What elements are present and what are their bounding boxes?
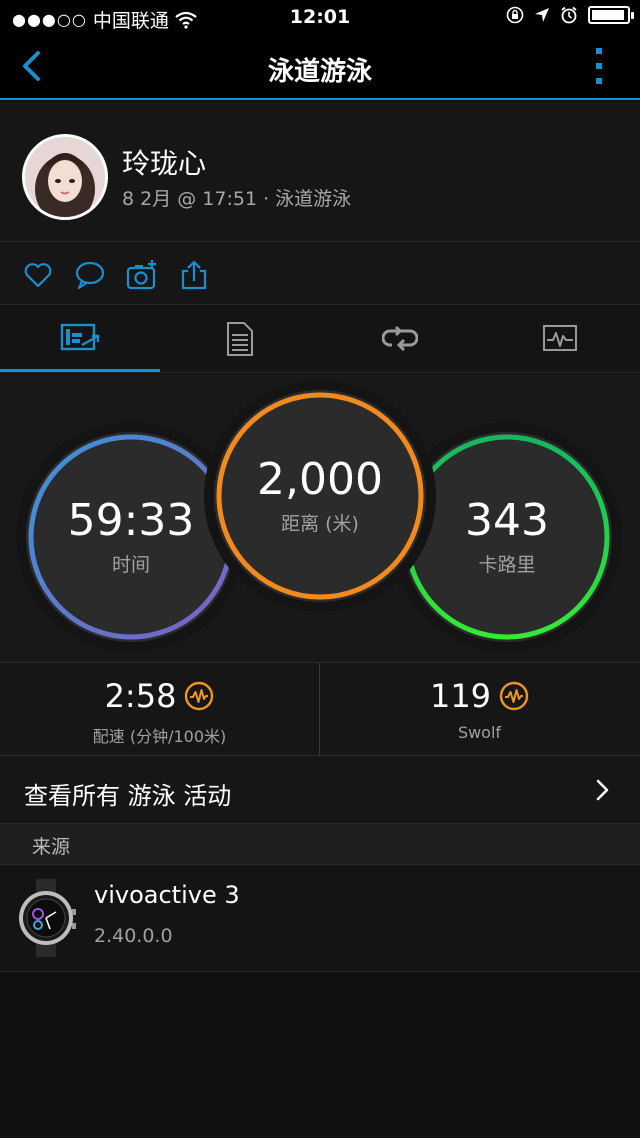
more-options-icon[interactable] — [596, 48, 604, 84]
performance-badge-icon — [185, 681, 214, 711]
source-header-label: 来源 — [32, 836, 71, 858]
view-all-label: 查看所有 游泳 活动 — [24, 782, 232, 810]
laps-tab-icon — [382, 325, 418, 352]
time-ring: 59:33 时间 — [26, 432, 236, 642]
pace-stat[interactable]: 2:58 配速 (分钟/100米) — [0, 663, 319, 756]
time-ring-stroke — [28, 434, 234, 640]
swolf-stat[interactable]: 119 Swolf — [320, 663, 639, 756]
tab-charts[interactable] — [480, 306, 640, 372]
pace-value-row: 2:58 — [0, 677, 319, 715]
location-icon — [535, 8, 549, 22]
add-photo-icon[interactable] — [126, 259, 158, 291]
alarm-icon — [561, 6, 577, 24]
pace-value: 2:58 — [104, 677, 177, 715]
navigation-bar: 泳道游泳 — [0, 34, 640, 100]
page-title: 泳道游泳 — [267, 57, 372, 87]
activity-header: 玲珑心 8 2月 @ 17:51 · 泳道游泳 — [0, 102, 640, 242]
chevron-right-icon — [596, 779, 609, 801]
summary-rings: 59:33 时间 343 卡路里 2,000 距离 (米) — [0, 374, 640, 662]
device-name: vivoactive 3 — [94, 881, 240, 909]
more-dot — [596, 63, 602, 69]
pace-label: 配速 (分钟/100米) — [92, 727, 227, 746]
calories-ring: 343 卡路里 — [402, 432, 612, 642]
source-section-header: 来源 — [0, 824, 640, 864]
calories-ring-stroke — [404, 434, 610, 640]
avatar-image — [25, 137, 105, 217]
view-all-activities-row[interactable]: 查看所有 游泳 活动 — [0, 756, 640, 824]
swolf-value-row: 119 — [320, 677, 639, 715]
tab-details[interactable] — [160, 306, 320, 372]
performance-badge-icon — [499, 681, 529, 711]
tab-laps[interactable] — [320, 306, 480, 372]
heart-icon[interactable] — [22, 259, 54, 291]
back-icon[interactable] — [14, 48, 50, 84]
tab-summary[interactable] — [0, 306, 160, 372]
device-row[interactable]: vivoactive 3 2.40.0.0 — [0, 864, 640, 972]
more-dot — [596, 48, 602, 54]
distance-ring: 2,000 距离 (米) — [214, 390, 426, 602]
charts-tab-icon — [543, 325, 577, 351]
swolf-label: Swolf — [457, 723, 502, 742]
activity-meta: 8 2月 @ 17:51 · 泳道游泳 — [122, 188, 352, 210]
summary-tab-icon — [60, 323, 100, 350]
more-dot — [596, 78, 602, 84]
watch-icon — [19, 879, 76, 957]
status-right — [506, 6, 634, 24]
rotation-lock-icon — [506, 6, 524, 24]
stats-row: 2:58 配速 (分钟/100米) 119 Swolf — [0, 662, 640, 756]
comment-icon[interactable] — [74, 259, 106, 291]
user-name[interactable]: 玲珑心 — [122, 142, 206, 182]
device-version: 2.40.0.0 — [94, 925, 173, 947]
share-icon[interactable] — [178, 259, 210, 291]
action-row — [0, 243, 640, 305]
swolf-value: 119 — [429, 677, 492, 715]
battery-level-fill — [592, 10, 625, 20]
status-bar: ●●●○○ 中国联通 12:01 — [0, 0, 640, 34]
tab-bar — [0, 306, 640, 373]
distance-ring-stroke — [216, 392, 424, 600]
battery-icon — [588, 6, 634, 24]
details-tab-icon — [227, 322, 253, 356]
avatar[interactable] — [22, 134, 108, 220]
